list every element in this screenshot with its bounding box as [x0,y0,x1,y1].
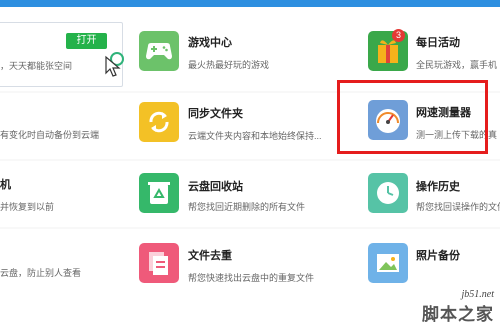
tile-desc: 帮您找回误操作的文件 [416,202,500,212]
tile-dedupe[interactable]: 文件去重 帮您快速找出云盘中的重复文件 [139,238,339,293]
tile-title: 文件去重 [188,250,232,262]
tile-partial-1[interactable]: 打开 ，天天都能张空间 [0,22,125,87]
tile-title: 每日活动 [416,37,460,49]
notification-badge: 3 [392,29,405,42]
tile-title: 同步文件夹 [188,108,243,120]
tile-partial-4[interactable]: 云盘，防止别人查看 [0,240,125,295]
tile-desc: 有变化时自动备份到云端 [0,130,100,140]
tile-desc: 全民玩游戏，赢手机 [416,60,498,70]
watermark: jb51.net 脚本之家 [422,289,494,325]
watermark-name: 脚本之家 [422,305,494,325]
highlight-box [337,80,488,154]
tile-desc: 并恢复到以前 [0,202,55,212]
tile-desc: 帮您找回近期删除的所有文件 [188,202,306,212]
tile-title: 云盘回收站 [188,181,243,193]
tile-desc: ，天天都能张空间 [0,61,73,71]
clock-icon [368,173,408,213]
tile-game-center[interactable]: 游戏中心 最火热最好玩的游戏 [139,24,339,79]
tile-partial-2[interactable]: 有变化时自动备份到云端 [0,100,125,155]
tile-title: 机 [0,179,11,191]
tile-desc: 帮您快速找出云盘中的重复文件 [188,273,315,283]
sync-arrows-icon [139,102,179,142]
duplicate-files-icon [139,243,179,283]
top-accent-bar [0,0,500,7]
watermark-url: jb51.net [461,289,495,300]
tile-partial-3[interactable]: 机 并恢复到以前 [0,168,125,223]
gamepad-icon [139,31,179,71]
cursor-pointer-icon [105,52,124,77]
tile-history[interactable]: 操作历史 帮您找回误操作的文件 [368,170,500,225]
tile-title: 照片备份 [416,250,460,262]
tile-photo-backup[interactable]: 照片备份 [368,238,500,293]
tile-daily-event[interactable]: 3 每日活动 全民玩游戏，赢手机 [368,24,500,79]
tile-title: 操作历史 [416,181,460,193]
tile-title: 游戏中心 [188,37,232,49]
open-button[interactable]: 打开 [66,33,107,49]
tile-desc: 云端文件夹内容和本地始终保持... [188,131,322,141]
recycle-bin-icon [139,173,179,213]
tile-desc: 最火热最好玩的游戏 [188,60,270,70]
tile-sync-folder[interactable]: 同步文件夹 云端文件夹内容和本地始终保持... [139,95,339,150]
tile-recycle-bin[interactable]: 云盘回收站 帮您找回近期删除的所有文件 [139,170,339,225]
photo-icon [368,243,408,283]
tile-desc: 云盘，防止别人查看 [0,268,82,278]
